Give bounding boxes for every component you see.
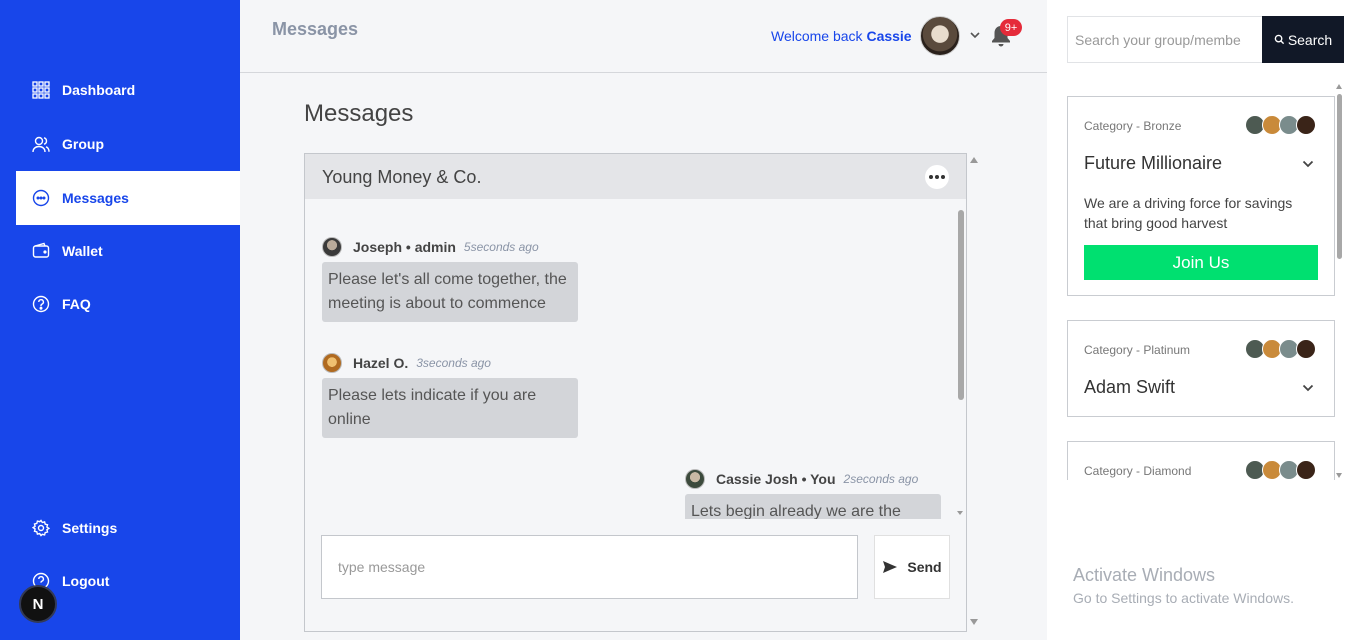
- member-avatars: [1245, 115, 1316, 135]
- sidebar-item-label: Logout: [62, 573, 110, 589]
- main-title: Messages: [304, 100, 414, 127]
- wallet-icon: [32, 242, 50, 260]
- send-button[interactable]: Send: [874, 535, 950, 599]
- search-input[interactable]: Search your group/membe: [1067, 16, 1263, 63]
- chat-group-name: Young Money & Co.: [322, 167, 482, 187]
- chevron-down-icon[interactable]: [1301, 157, 1315, 171]
- activate-windows-subtitle: Go to Settings to activate Windows.: [1073, 590, 1294, 606]
- next-logo-badge[interactable]: N: [19, 585, 57, 623]
- grid-icon: [32, 81, 50, 99]
- group-list: Category - Bronze Future Millionaire We …: [1067, 90, 1345, 480]
- group-scrollbar[interactable]: [1337, 94, 1342, 259]
- sidebar-item-label: Settings: [62, 520, 118, 536]
- notification-badge: 9+: [1000, 19, 1022, 36]
- message-time: 2seconds ago: [843, 472, 919, 486]
- avatar[interactable]: [920, 16, 960, 56]
- message-bubble: Lets begin already we are the: [685, 494, 941, 519]
- avatar: [685, 469, 705, 489]
- chat-icon: [32, 189, 50, 207]
- message-author: Cassie Josh • You: [716, 471, 836, 487]
- group-category: Category - Platinum: [1084, 343, 1191, 357]
- search-label: Search: [1287, 31, 1333, 48]
- sidebar-item-settings[interactable]: Settings: [16, 501, 240, 555]
- sidebar-item-label: Messages: [62, 190, 129, 206]
- activate-windows-title: Activate Windows: [1073, 565, 1216, 585]
- message-input[interactable]: type message: [321, 535, 858, 599]
- group-card: Category - Platinum Adam Swift: [1067, 320, 1335, 417]
- scroll-down-arrow[interactable]: [970, 619, 978, 625]
- send-label: Send: [907, 559, 942, 575]
- group-description: We are a driving force for savings that …: [1084, 195, 1293, 231]
- message-item: Cassie Josh • You 2seconds ago Lets begi…: [685, 469, 941, 519]
- sidebar-item-label: Group: [62, 136, 104, 152]
- sidebar-item-label: Dashboard: [62, 82, 136, 98]
- top-header: Messages Welcome back Cassie 9+: [240, 0, 1047, 73]
- scroll-up-arrow[interactable]: [970, 157, 978, 163]
- message-list: Joseph • admin 5seconds ago Please let's…: [305, 199, 966, 519]
- send-icon: [883, 561, 898, 573]
- sidebar-item-label: Wallet: [62, 243, 103, 259]
- group-scroll-down-arrow[interactable]: [1336, 473, 1342, 478]
- member-avatars: [1245, 460, 1316, 480]
- group-name: Future Millionaire: [1084, 153, 1223, 173]
- group-scroll-up-arrow[interactable]: [1336, 84, 1342, 89]
- message-time: 3seconds ago: [416, 356, 491, 370]
- sidebar-item-group[interactable]: Group: [16, 117, 240, 171]
- message-item: Hazel O. 3seconds ago Please lets indica…: [322, 353, 578, 438]
- message-author: Joseph • admin: [353, 239, 456, 255]
- chat-header: Young Money & Co.: [305, 154, 966, 199]
- group-category: Category - Bronze: [1084, 119, 1182, 133]
- question-icon: [32, 295, 50, 313]
- gear-icon: [32, 519, 50, 537]
- group-name: Adam Swift: [1084, 377, 1176, 397]
- avatar: [322, 237, 342, 257]
- sidebar-item-faq[interactable]: FAQ: [16, 277, 240, 331]
- member-avatars: [1245, 339, 1316, 359]
- welcome-prefix: Welcome back: [771, 28, 863, 44]
- sidebar-item-messages[interactable]: Messages: [16, 171, 240, 225]
- message-bubble: Please lets indicate if you are online: [322, 378, 578, 438]
- group-card: Category - Diamond: [1067, 441, 1335, 480]
- sidebar-item-wallet[interactable]: Wallet: [16, 224, 240, 278]
- message-scroll-down-arrow[interactable]: [957, 511, 963, 515]
- message-scrollbar[interactable]: [958, 210, 964, 400]
- chat-panel: Young Money & Co. Joseph • admin 5second…: [304, 153, 967, 632]
- message-time: 5seconds ago: [463, 240, 539, 254]
- message-bubble: Please let's all come together, the meet…: [322, 262, 578, 322]
- group-category: Category - Diamond: [1084, 464, 1192, 478]
- users-icon: [32, 135, 50, 153]
- user-name: Cassie: [866, 28, 912, 44]
- avatar: [322, 353, 342, 373]
- chevron-down-icon[interactable]: [1301, 381, 1315, 395]
- message-author: Hazel O.: [353, 355, 409, 371]
- sidebar: Dashboard Group Messages Wallet FAQ Sett…: [0, 0, 240, 640]
- join-button[interactable]: Join Us: [1084, 245, 1318, 280]
- chevron-down-icon[interactable]: [968, 28, 982, 42]
- search-icon: [1274, 34, 1284, 45]
- more-options-button[interactable]: [925, 165, 949, 189]
- welcome-text: Welcome back Cassie: [771, 28, 912, 44]
- right-panel: Search your group/membe Search Category …: [1047, 0, 1363, 640]
- search-button[interactable]: Search: [1262, 16, 1344, 63]
- sidebar-item-label: FAQ: [62, 296, 91, 312]
- sidebar-item-dashboard[interactable]: Dashboard: [16, 63, 240, 117]
- page-title: Messages: [272, 19, 359, 39]
- message-item: Joseph • admin 5seconds ago Please let's…: [322, 237, 578, 322]
- group-card: Category - Bronze Future Millionaire We …: [1067, 96, 1335, 296]
